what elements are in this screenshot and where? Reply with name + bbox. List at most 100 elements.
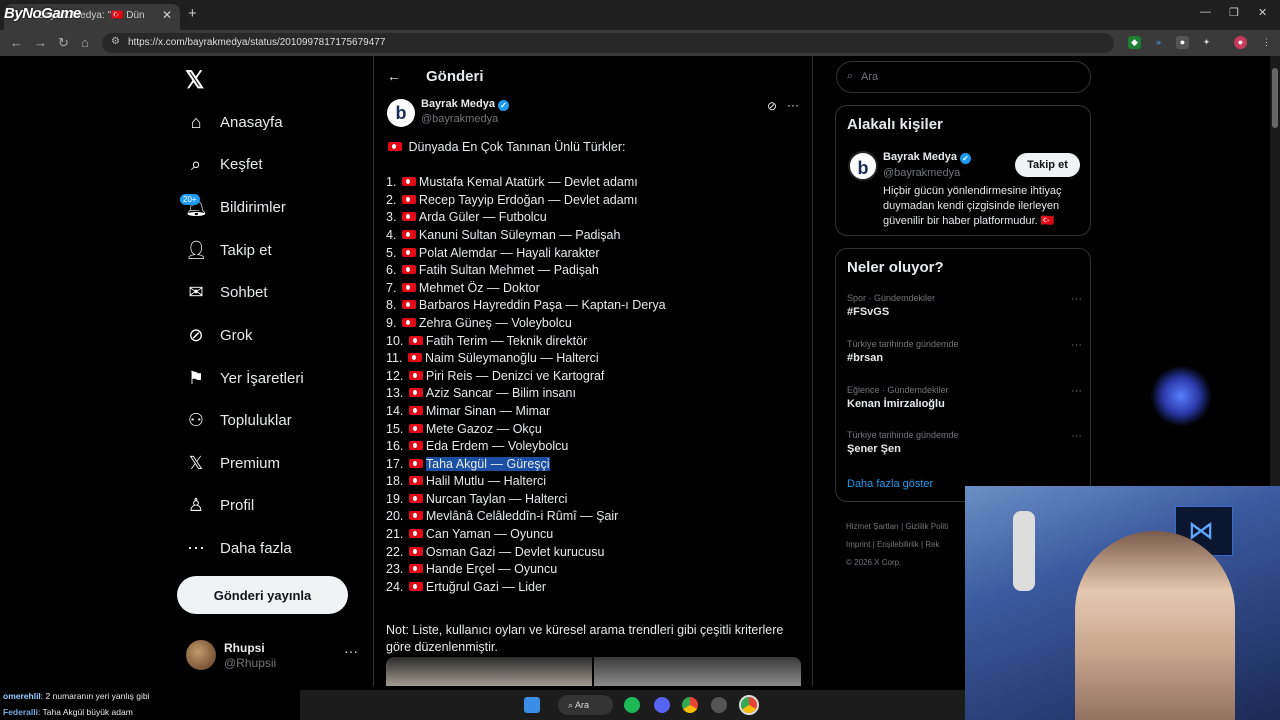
list-item: 19. Nurcan Taylan — Halterci xyxy=(386,491,568,506)
list-item: 10. Fatih Terim — Teknik direktör xyxy=(386,333,588,348)
new-tab-icon[interactable]: + xyxy=(188,5,197,22)
profile-name: Rhupsi xyxy=(224,641,265,655)
turkey-flag-icon xyxy=(408,370,423,380)
extension-icon[interactable]: ● xyxy=(1176,36,1189,49)
reload-icon[interactable]: ↻ xyxy=(58,35,69,51)
minimize-icon[interactable]: — xyxy=(1200,6,1211,18)
maximize-icon[interactable]: ❐ xyxy=(1229,6,1239,19)
list-item: 18. Halil Mutlu — Halterci xyxy=(386,474,547,489)
show-more-link[interactable]: Daha fazla göster xyxy=(847,478,933,490)
back-arrow-icon[interactable]: ← xyxy=(387,68,401,84)
close-window-icon[interactable]: ✕ xyxy=(1258,6,1267,19)
browser-profile-icon[interactable]: ● xyxy=(1234,36,1247,49)
spotify-icon[interactable] xyxy=(624,697,640,713)
nav-more[interactable]: ⋯ Daha fazla xyxy=(185,533,292,563)
post-button[interactable]: Gönderi yayınla xyxy=(177,576,348,614)
post-media[interactable] xyxy=(386,657,801,686)
turkey-flag-icon xyxy=(408,423,423,433)
more-icon[interactable]: ··· xyxy=(1071,430,1082,442)
turkey-flag-icon xyxy=(401,229,416,239)
nav-communities[interactable]: ⚇ Topluluklar xyxy=(185,405,292,435)
chrome-icon[interactable] xyxy=(739,695,759,715)
list-item: 6. Fatih Sultan Mehmet — Padişah xyxy=(386,263,599,278)
nav-home[interactable]: ⌂ Anasayfa xyxy=(185,107,283,137)
more-icon[interactable]: ··· xyxy=(344,643,358,659)
close-tab-icon[interactable]: ✕ xyxy=(162,8,172,22)
shield-icon[interactable]: ◆ xyxy=(1128,36,1141,49)
chat-message: omerehlil: 2 numaranın yeri yanlış gibi xyxy=(3,691,150,701)
app-icon[interactable] xyxy=(711,697,727,713)
bookmark-icon: ⚑ xyxy=(187,368,205,388)
start-icon[interactable] xyxy=(524,697,540,713)
related-handle[interactable]: @bayrakmedya xyxy=(883,167,960,179)
turkey-flag-icon xyxy=(408,493,423,503)
post-image[interactable] xyxy=(386,657,592,686)
nav-messages[interactable]: ✉ Sohbet xyxy=(185,277,267,307)
trend-item[interactable]: Türkiye tarihinde gündemde Şener Şen ··· xyxy=(847,430,1082,460)
author-handle[interactable]: @bayrakmedya xyxy=(421,113,498,125)
browser-tab-bar: Bayrak Medya: "🇹🇷 Dün ✕ ByNoGame + — ❐ ✕ xyxy=(0,0,1280,30)
nav-premium[interactable]: 𝕏 Premium xyxy=(185,448,280,478)
trend-item[interactable]: Türkiye tarihinde gündemde #brsan ··· xyxy=(847,339,1082,369)
turkey-flag-icon xyxy=(407,353,422,363)
trend-item[interactable]: Eğlence · Gündemdekiler Kenan İmirzalıoğ… xyxy=(847,385,1082,415)
more-icon[interactable]: ··· xyxy=(1071,385,1082,397)
chat-message: Federalli: Taha Akgül büyük adam xyxy=(3,707,133,717)
nav-follow[interactable]: 👤︎ Takip et xyxy=(185,235,272,265)
list-item: 16. Eda Erdem — Voleybolcu xyxy=(386,439,569,454)
search-icon: ⌕ xyxy=(847,70,854,82)
grok-icon[interactable]: ⊘ xyxy=(767,99,777,113)
more-icon[interactable]: ··· xyxy=(1071,339,1082,351)
browser-menu-icon[interactable]: ⋮ xyxy=(1260,36,1273,49)
account-switcher[interactable]: Rhupsi @Rhupsii ··· xyxy=(186,639,358,671)
url-field[interactable]: ⚙ https://x.com/bayrakmedya/status/20109… xyxy=(102,33,1114,53)
list-item: 5. Polat Alemdar — Hayali karakter xyxy=(386,245,600,260)
turkey-flag-icon xyxy=(408,335,423,345)
taskbar-search[interactable]: ⌕ Ara xyxy=(558,695,613,715)
scrollbar-thumb[interactable] xyxy=(1272,68,1278,128)
forward-icon[interactable]: → xyxy=(34,35,47,50)
turkey-flag-icon xyxy=(401,212,416,222)
site-info-icon[interactable]: ⚙ xyxy=(111,36,120,47)
follow-icon: 👤︎ xyxy=(185,240,208,260)
communities-icon: ⚇ xyxy=(187,410,205,430)
webcam-overlay: ⋈ xyxy=(965,486,1280,720)
list-item: 7. Mehmet Öz — Doktor xyxy=(386,280,540,295)
streamer xyxy=(1075,531,1235,720)
chrome-icon[interactable] xyxy=(682,697,698,713)
related-name[interactable]: Bayrak Medya ✓ xyxy=(883,151,971,164)
back-icon[interactable]: ← xyxy=(10,35,23,50)
nav-grok[interactable]: ⊘ Grok xyxy=(185,320,252,350)
puzzle-icon[interactable]: ✦ xyxy=(1200,36,1213,49)
related-title: Alakalı kişiler xyxy=(847,116,943,133)
nav-profile[interactable]: ♙ Profil xyxy=(185,490,254,520)
grok-icon: ⊘ xyxy=(188,325,204,345)
list-item: 22. Osman Gazi — Devlet kurucusu xyxy=(386,544,605,559)
nav-explore[interactable]: ⌕ Keşfet xyxy=(185,149,263,179)
nav-notifications[interactable]: 🔔︎ Bildirimler xyxy=(185,192,286,222)
x-icon: 𝕏 xyxy=(188,453,204,473)
turkey-flag-icon xyxy=(388,142,402,151)
follow-button[interactable]: Takip et xyxy=(1015,153,1080,177)
post-image[interactable] xyxy=(594,657,801,686)
trends-card: Neler oluyor? Spor · Gündemdekiler #FSvG… xyxy=(835,248,1091,502)
x-logo-icon[interactable]: 𝕏 xyxy=(185,66,204,95)
related-avatar[interactable]: b xyxy=(848,151,878,181)
discord-icon[interactable] xyxy=(654,697,670,713)
extension-icon[interactable]: » xyxy=(1152,36,1165,49)
more-icon[interactable]: ··· xyxy=(1071,293,1082,305)
trend-item[interactable]: Spor · Gündemdekiler #FSvGS ··· xyxy=(847,293,1082,323)
more-icon[interactable]: ··· xyxy=(787,98,799,112)
list-item: 12. Piri Reis — Denizci ve Kartograf xyxy=(386,368,605,383)
turkey-flag-icon xyxy=(401,265,416,275)
verified-icon: ✓ xyxy=(960,153,971,164)
turkey-flag-icon xyxy=(408,564,423,574)
post-note: Not: Liste, kullanıcı oyları ve küresel … xyxy=(386,623,784,655)
turkey-flag-icon xyxy=(408,441,423,451)
nav-bookmarks[interactable]: ⚑ Yer İşaretleri xyxy=(185,363,304,393)
author-avatar[interactable]: b xyxy=(387,99,415,127)
author-name[interactable]: Bayrak Medya ✓ xyxy=(421,98,509,111)
search-input[interactable]: ⌕ Ara xyxy=(836,61,1091,93)
url-text: https://x.com/bayrakmedya/status/2010997… xyxy=(128,37,386,48)
home-browser-icon[interactable]: ⌂ xyxy=(81,35,89,50)
